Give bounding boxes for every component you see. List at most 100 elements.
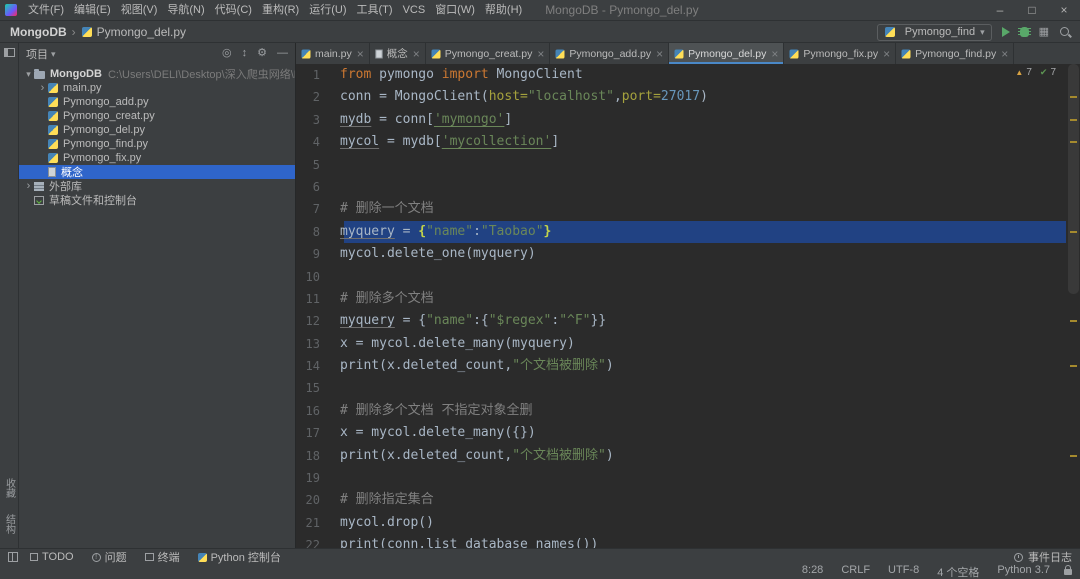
project-tool-window-icon[interactable] bbox=[3, 48, 15, 57]
tree-item[interactable]: Pymongo_del.py bbox=[19, 123, 295, 137]
close-icon[interactable] bbox=[771, 48, 778, 60]
tool-window-button[interactable]: 终端 bbox=[144, 549, 180, 565]
tool-window-button[interactable]: 问题 bbox=[91, 549, 127, 565]
line-number[interactable]: 4 bbox=[296, 131, 332, 153]
line-number[interactable]: 21 bbox=[296, 512, 332, 534]
editor-tab[interactable]: 概念 bbox=[370, 43, 426, 64]
code-line[interactable]: 11 # 删除多个文档 bbox=[296, 288, 1066, 310]
menu-item[interactable]: 工具(T) bbox=[352, 0, 398, 20]
chevron-right-icon[interactable] bbox=[23, 181, 34, 192]
code-line[interactable]: 9 mycol.delete_one(myquery) bbox=[296, 243, 1066, 265]
coverage-button[interactable]: ▦ bbox=[1039, 26, 1049, 38]
hide-panel-icon[interactable]: — bbox=[277, 48, 288, 59]
breadcrumb-project[interactable]: MongoDB bbox=[10, 25, 67, 39]
settings-gear-icon[interactable]: ⚙ bbox=[257, 48, 267, 59]
editor-tab[interactable]: Pymongo_add.py bbox=[550, 43, 670, 64]
code-line[interactable]: 21 mycol.drop() bbox=[296, 512, 1066, 534]
editor-tab[interactable]: Pymongo_creat.py bbox=[426, 43, 551, 64]
close-icon[interactable] bbox=[413, 48, 420, 60]
run-button[interactable] bbox=[1001, 27, 1010, 37]
code-line[interactable]: 15 bbox=[296, 377, 1066, 399]
maximize-button[interactable]: □ bbox=[1016, 0, 1048, 20]
tool-window-button[interactable]: 收藏 bbox=[2, 478, 17, 498]
line-number[interactable]: 11 bbox=[296, 288, 332, 310]
menu-item[interactable]: 导航(N) bbox=[162, 0, 209, 20]
tree-item[interactable]: 草稿文件和控制台 bbox=[19, 193, 295, 207]
tree-item[interactable]: main.py bbox=[19, 81, 295, 95]
code-line[interactable]: 7 # 删除一个文档 bbox=[296, 198, 1066, 220]
minimize-button[interactable]: – bbox=[984, 0, 1016, 20]
line-number[interactable]: 13 bbox=[296, 333, 332, 355]
line-number[interactable]: 9 bbox=[296, 243, 332, 265]
tree-item[interactable]: Pymongo_creat.py bbox=[19, 109, 295, 123]
code-line[interactable]: 8 myquery = {"name":"Taobao"} bbox=[296, 220, 1066, 244]
editor-tab[interactable]: Pymongo_fix.py bbox=[784, 43, 897, 64]
code-line[interactable]: 5 bbox=[296, 154, 1066, 176]
line-number[interactable]: 2 bbox=[296, 86, 332, 108]
editor-tab[interactable]: Pymongo_find.py bbox=[896, 43, 1015, 64]
error-stripe-mark[interactable] bbox=[1070, 365, 1077, 367]
editor-tab[interactable]: main.py bbox=[296, 43, 370, 64]
menu-item[interactable]: 重构(R) bbox=[257, 0, 304, 20]
menu-item[interactable]: 视图(V) bbox=[116, 0, 163, 20]
line-number[interactable]: 15 bbox=[296, 377, 332, 399]
close-icon[interactable] bbox=[537, 48, 544, 60]
tree-item[interactable]: 概念 bbox=[19, 165, 295, 179]
tree-item[interactable]: Pymongo_fix.py bbox=[19, 151, 295, 165]
menu-item[interactable]: 窗口(W) bbox=[430, 0, 480, 20]
tree-item[interactable]: MongoDB C:\Users\DELI\Desktop\深入爬虫网络\Mong… bbox=[19, 67, 295, 81]
line-number[interactable]: 19 bbox=[296, 467, 332, 489]
error-stripe-mark[interactable] bbox=[1070, 455, 1077, 457]
tool-window-switcher-icon[interactable] bbox=[8, 552, 18, 562]
code-line[interactable]: 3 mydb = conn['mymongo'] bbox=[296, 109, 1066, 131]
expand-collapse-icon[interactable]: ↕ bbox=[242, 48, 248, 59]
locate-file-icon[interactable]: ◎ bbox=[222, 48, 232, 59]
line-number[interactable]: 16 bbox=[296, 400, 332, 422]
code-line[interactable]: 16 # 删除多个文档 不指定对象全删 bbox=[296, 400, 1066, 422]
close-button[interactable]: × bbox=[1048, 0, 1080, 20]
line-number[interactable]: 12 bbox=[296, 310, 332, 332]
menu-item[interactable]: 帮助(H) bbox=[480, 0, 527, 20]
breadcrumb-file[interactable]: Pymongo_del.py bbox=[97, 25, 186, 39]
line-number[interactable]: 20 bbox=[296, 489, 332, 511]
tool-window-button[interactable]: Python 控制台 bbox=[197, 549, 281, 565]
chevron-right-icon[interactable] bbox=[37, 83, 48, 94]
tree-item[interactable]: Pymongo_add.py bbox=[19, 95, 295, 109]
editor-tab[interactable]: Pymongo_del.py bbox=[669, 43, 785, 64]
close-icon[interactable] bbox=[883, 48, 890, 60]
code-line[interactable]: 4 mycol = mydb['mycollection'] bbox=[296, 131, 1066, 153]
error-stripe-mark[interactable] bbox=[1070, 320, 1077, 322]
code-line[interactable]: 19 bbox=[296, 467, 1066, 489]
line-number[interactable]: 6 bbox=[296, 176, 332, 198]
line-number[interactable]: 18 bbox=[296, 445, 332, 467]
code-line[interactable]: 6 bbox=[296, 176, 1066, 198]
menu-item[interactable]: 代码(C) bbox=[210, 0, 257, 20]
error-stripe-mark[interactable] bbox=[1070, 119, 1077, 121]
menu-item[interactable]: 运行(U) bbox=[304, 0, 351, 20]
error-stripe-mark[interactable] bbox=[1070, 96, 1077, 98]
line-number[interactable]: 5 bbox=[296, 154, 332, 176]
line-number[interactable]: 22 bbox=[296, 534, 332, 548]
search-everywhere-icon[interactable] bbox=[1059, 26, 1072, 39]
code-line[interactable]: 10 bbox=[296, 266, 1066, 288]
code-line[interactable]: 1 from pymongo import MongoClient bbox=[296, 64, 1066, 86]
line-number[interactable]: 3 bbox=[296, 109, 332, 131]
tree-item[interactable]: 外部库 bbox=[19, 179, 295, 193]
tree-item[interactable]: Pymongo_find.py bbox=[19, 137, 295, 151]
code-line[interactable]: 12 myquery = {"name":{"$regex":"^F"}} bbox=[296, 310, 1066, 332]
error-stripe-mark[interactable] bbox=[1070, 231, 1077, 233]
status-widget[interactable]: UTF-8 bbox=[888, 564, 919, 579]
close-icon[interactable] bbox=[656, 48, 663, 60]
chevron-down-icon[interactable] bbox=[51, 48, 56, 60]
code-line[interactable]: 2 conn = MongoClient(host="localhost",por… bbox=[296, 86, 1066, 108]
inspections-widget[interactable]: 7 7 bbox=[1015, 67, 1056, 78]
run-config-selector[interactable]: Pymongo_find bbox=[876, 23, 992, 41]
scrollbar-thumb[interactable] bbox=[1068, 64, 1079, 294]
lock-icon[interactable] bbox=[1064, 565, 1072, 575]
line-number[interactable]: 14 bbox=[296, 355, 332, 377]
menu-item[interactable]: 文件(F) bbox=[23, 0, 69, 20]
line-number[interactable]: 7 bbox=[296, 198, 332, 220]
debug-button[interactable] bbox=[1017, 27, 1031, 37]
event-log-button[interactable]: 事件日志 bbox=[1014, 549, 1072, 565]
status-widget[interactable]: Python 3.7 bbox=[997, 564, 1050, 579]
